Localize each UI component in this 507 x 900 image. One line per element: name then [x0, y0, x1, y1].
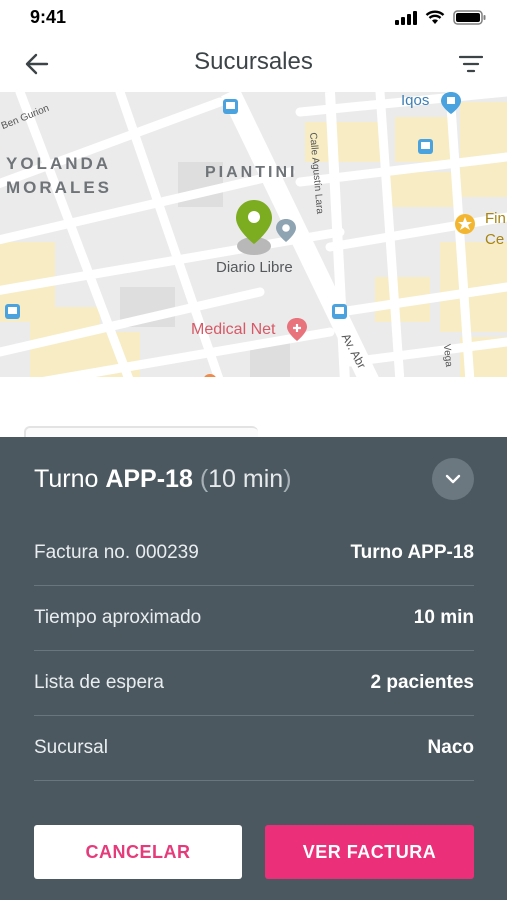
wifi-icon — [425, 10, 445, 24]
cancel-button[interactable]: CANCELAR — [34, 825, 242, 879]
chevron-down-icon — [445, 474, 461, 484]
detail-label: Tiempo aproximado — [34, 607, 202, 628]
status-bar: 9:41 — [0, 0, 507, 36]
detail-label: Factura no. 000239 — [34, 542, 199, 563]
filter-icon — [459, 55, 483, 73]
detail-row-queue: Lista de espera 2 pacientes — [34, 651, 474, 716]
map-poi-label: Diario Libre — [216, 259, 293, 276]
ticket-sheet: Turno APP-18 (10 min) Factura no. 000239… — [0, 437, 507, 900]
detail-value: 2 pacientes — [370, 672, 475, 693]
map-street-label: Vega — [440, 343, 455, 368]
filter-button[interactable] — [457, 51, 485, 77]
app-header: Sucursales — [0, 36, 507, 92]
map-area-label: PIANTINI — [205, 164, 298, 181]
map-area-label: YOLANDA — [6, 154, 112, 173]
map-poi-label: Ce — [485, 231, 505, 248]
sheet-title-code: APP-18 — [105, 465, 193, 493]
map-poi-label: Iqos — [401, 92, 430, 109]
signal-icon — [395, 10, 417, 25]
map-area-label: MORALES — [6, 178, 112, 197]
detail-label: Sucursal — [34, 737, 108, 758]
status-icons — [395, 10, 487, 25]
detail-row-invoice: Factura no. 000239 Turno APP-18 — [34, 521, 474, 586]
page-title: Sucursales — [194, 48, 313, 75]
detail-value: 10 min — [413, 607, 474, 628]
sheet-title-close: ) — [283, 465, 292, 493]
sheet-title: Turno APP-18 (10 min) — [34, 465, 292, 494]
sheet-title-open: ( — [192, 465, 209, 493]
detail-row-time: Tiempo aproximado 10 min — [34, 586, 474, 651]
map-poi-label: Medical Net — [191, 321, 276, 338]
detail-label: Lista de espera — [34, 672, 164, 693]
map-poi-label: Fin — [485, 210, 506, 227]
ticket-details: Factura no. 000239 Turno APP-18 Tiempo a… — [34, 521, 474, 781]
branch-map[interactable]: YOLANDA MORALES PIANTINI Ben Gurion Call… — [0, 92, 507, 377]
detail-row-branch: Sucursal Naco — [34, 716, 474, 781]
detail-value: Turno APP-18 — [350, 542, 474, 563]
detail-value: Naco — [427, 737, 474, 758]
status-time: 9:41 — [30, 7, 67, 27]
collapse-button[interactable] — [432, 458, 474, 500]
sheet-title-prefix: Turno — [34, 465, 106, 493]
sheet-title-duration: 10 min — [208, 465, 284, 493]
view-invoice-button[interactable]: VER FACTURA — [265, 825, 474, 879]
battery-icon — [453, 10, 486, 25]
